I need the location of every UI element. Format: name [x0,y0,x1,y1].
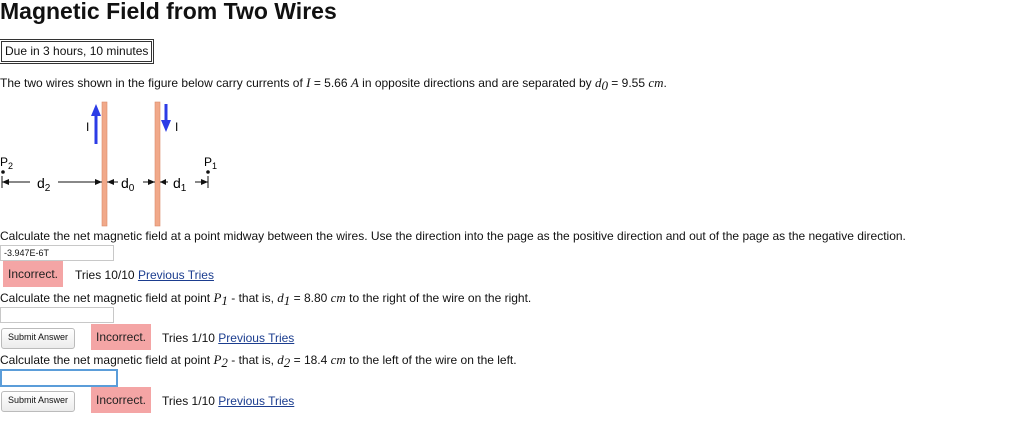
question-2-answer-field[interactable] [0,307,114,323]
current-label-left: I [86,120,89,134]
d1-label: d1 [173,175,187,194]
question-3-submit-button[interactable]: Submit Answer [1,391,76,412]
current-up-arrow-icon [91,104,101,144]
point-p2-label: P2 [0,155,13,171]
question-1-status: Tries 10/10 Previous Tries [75,268,214,282]
due-badge: Due in 3 hours, 10 minutes [0,39,155,64]
question-1-tries: Tries 10/10 [75,268,135,282]
problem-statement: The two wires shown in the figure below … [0,75,667,94]
question-3-status: Tries 1/10 Previous Tries [162,394,294,408]
d0-label: d0 [121,175,135,194]
d2-label: d2 [37,175,51,194]
question-2-status: Tries 1/10 Previous Tries [162,331,294,345]
question-2-previous-tries-link[interactable]: Previous Tries [218,331,294,345]
question-1-previous-tries-link[interactable]: Previous Tries [138,268,214,282]
current-down-arrow-icon [161,104,171,132]
question-3-answer-field[interactable] [0,369,118,387]
point-p1-dot [206,170,210,174]
question-2-tries: Tries 1/10 [162,331,215,345]
question-2-submit-button[interactable]: Submit Answer [1,328,76,349]
question-3-tries: Tries 1/10 [162,394,215,408]
question-1-result-badge: Incorrect. [3,261,64,287]
point-p2-dot [1,170,5,174]
question-3-result-badge: Incorrect. [91,387,152,413]
d2-dimension [1,176,102,188]
question-1-prompt: Calculate the net magnetic field at a po… [0,229,906,243]
current-label-right: I [175,120,178,134]
two-wires-figure: I I P2 P1 d2 d0 d1 [0,101,217,227]
question-1-answer-field[interactable]: -3.947E-6T [0,245,114,261]
page-title: Magnetic Field from Two Wires [0,0,337,24]
question-2-result-badge: Incorrect. [91,324,152,350]
left-wire [101,101,108,227]
right-wire [154,101,161,227]
point-p1-label: P1 [204,155,217,171]
question-3-previous-tries-link[interactable]: Previous Tries [218,394,294,408]
